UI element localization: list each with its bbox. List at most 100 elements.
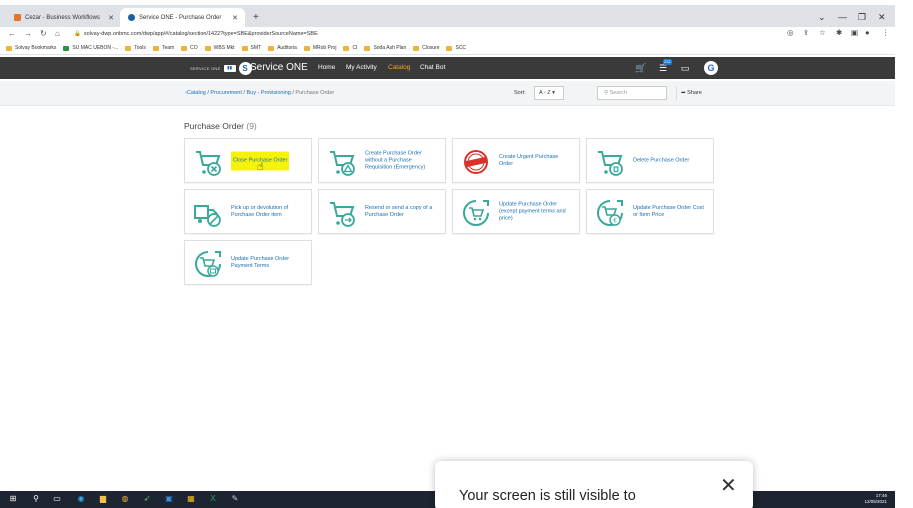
crumb-procurement[interactable]: Procurement xyxy=(210,90,242,96)
tab-search-icon[interactable]: ⌄ xyxy=(818,12,826,23)
truck-block-icon xyxy=(194,205,221,227)
close-tab-icon[interactable]: ✕ xyxy=(108,14,114,22)
pen-icon[interactable]: ✎ xyxy=(230,494,240,504)
logo-text: SERVICE ONE xyxy=(190,65,221,71)
card-create-urgent-po[interactable]: Create Urgent Purchase Order xyxy=(452,138,580,183)
restore-icon[interactable]: ❐ xyxy=(858,12,866,23)
close-window-icon[interactable]: ✕ xyxy=(878,12,886,23)
tab-label: Service ONE - Purchase Order xyxy=(139,14,222,21)
folder-icon xyxy=(241,45,248,51)
bookmark-item[interactable]: SCC xyxy=(446,45,466,51)
folder-icon xyxy=(204,45,211,51)
logo-badge-icon: ▮▮ xyxy=(223,64,236,72)
google-lens-icon[interactable]: ◎ xyxy=(787,28,794,37)
task-view-icon[interactable]: ▭ xyxy=(52,494,62,504)
profile-icon[interactable]: ● xyxy=(865,28,870,37)
file-explorer-icon[interactable]: ▆ xyxy=(98,494,108,504)
card-resend-po[interactable]: Resend or send a copy of a Purchase Orde… xyxy=(318,189,446,234)
share-arrow-icon: ➦ xyxy=(681,90,686,96)
crumb-catalog[interactable]: ‹Catalog xyxy=(185,90,206,96)
card-create-po-emergency[interactable]: Create Purchase Order without a Purchase… xyxy=(318,138,446,183)
nav-home[interactable]: Home xyxy=(318,64,335,71)
card-close-purchase-order[interactable]: Close Purchase Order xyxy=(184,138,312,183)
bookmark-item[interactable]: SMT xyxy=(241,45,261,51)
app-icon[interactable]: ➶ xyxy=(142,494,152,504)
crumb-buy-provisioning[interactable]: Buy - Provisioning xyxy=(247,90,291,96)
outlook-icon[interactable]: ▣ xyxy=(164,494,174,504)
urgent-stamp-icon xyxy=(464,150,488,174)
nav-catalog[interactable]: Catalog xyxy=(388,64,410,71)
sort-select[interactable]: A - Z ▾ xyxy=(534,86,564,100)
folder-icon xyxy=(181,45,188,51)
cart-icon[interactable]: 🛒 xyxy=(635,62,647,74)
bookmark-item[interactable]: SU MAC UEBON -... xyxy=(63,45,118,51)
folder-icon xyxy=(125,45,132,51)
home-icon[interactable]: ⌂ xyxy=(55,29,60,38)
excel-icon[interactable]: X xyxy=(208,494,218,504)
system-clock[interactable]: 17:46 12/05/2021 xyxy=(864,493,887,505)
card-update-po-cost[interactable]: € Update Purchase Order Cost or Item Pri… xyxy=(586,189,714,234)
search-icon: ⚲ xyxy=(604,90,609,96)
caret-down-icon: ▾ xyxy=(552,90,555,96)
bookmark-item[interactable]: Soda Ash Plan xyxy=(364,45,406,51)
edge-icon[interactable]: ◉ xyxy=(76,494,86,504)
nav-my-activity[interactable]: My Activity xyxy=(346,64,377,71)
side-panel-icon[interactable]: ▣ xyxy=(851,28,858,37)
card-label: Update Purchase Order (except payment te… xyxy=(499,201,566,221)
card-update-po-payment-terms[interactable]: Update Purchase Order Payment Terms xyxy=(184,240,312,285)
bookmarks-bar: Solvay Bookmarks SU MAC UEBON -... Tools… xyxy=(0,42,895,55)
chrome-icon[interactable]: ◍ xyxy=(120,494,130,504)
bookmark-item[interactable]: Team xyxy=(152,45,174,51)
back-icon[interactable]: ← xyxy=(8,29,16,38)
bookmark-item[interactable]: CI xyxy=(343,45,357,51)
browser-tab-cezar[interactable]: Cezar - Business Workflows ✕ xyxy=(6,8,121,27)
folder-icon xyxy=(364,45,371,51)
search-taskbar-icon[interactable]: ⚲ xyxy=(31,494,41,504)
service-one-logo[interactable]: SERVICE ONE ▮▮ S xyxy=(190,61,252,75)
notifications-icon[interactable]: ☰ 232 xyxy=(657,59,672,74)
minimize-icon[interactable]: — xyxy=(838,12,847,22)
share-button[interactable]: ➦ Share xyxy=(676,86,714,100)
forward-icon[interactable]: → xyxy=(24,29,32,38)
bookmark-item[interactable]: CO xyxy=(181,45,198,51)
card-label: Create Purchase Order without a Purchase… xyxy=(365,150,426,170)
menu-kebab-icon[interactable]: ⋮ xyxy=(882,28,890,37)
bookmark-item[interactable]: WBS Mkt xyxy=(204,45,235,51)
cart-price-icon: € xyxy=(597,200,623,226)
notification-count: 232 xyxy=(663,59,672,65)
close-icon[interactable]: ✕ xyxy=(720,473,737,498)
nav-chat-bot[interactable]: Chat Bot xyxy=(420,64,445,71)
card-pickup-devolution[interactable]: Pick up or devolution of Purchase Order … xyxy=(184,189,312,234)
sticky-notes-icon[interactable]: ▦ xyxy=(186,494,196,504)
folder-icon xyxy=(446,45,453,51)
bookmark-item[interactable]: Closure xyxy=(413,45,439,51)
extensions-icon[interactable]: ✱ xyxy=(836,28,842,37)
bookmark-star-icon[interactable]: ☆ xyxy=(819,28,826,37)
avatar[interactable]: G xyxy=(704,61,718,75)
folder-icon xyxy=(343,45,350,51)
url-field[interactable]: 🔒 solvay-dwp.onbmc.com/dwp/app/#/catalog/… xyxy=(74,28,754,40)
bookmark-item[interactable]: MRob Proj xyxy=(303,45,336,51)
windows-start-icon[interactable]: ⊞ xyxy=(8,494,18,504)
header-actions: 🛒 ☰ 232 ▭ G xyxy=(635,59,718,75)
browser-tab-service-one[interactable]: Service ONE - Purchase Order ✕ xyxy=(120,8,245,27)
chat-icon[interactable]: ▭ xyxy=(679,62,691,74)
close-tab-icon[interactable]: ✕ xyxy=(232,14,238,22)
card-delete-po[interactable]: Delete Purchase Order xyxy=(586,138,714,183)
search-input[interactable]: ⚲ Search xyxy=(597,86,667,100)
app-brand: Service ONE xyxy=(250,62,308,73)
tab-label: Cezar - Business Workflows xyxy=(25,14,100,21)
folder-icon xyxy=(152,45,159,51)
card-label: Pick up or devolution of Purchase Order … xyxy=(231,204,289,218)
page-title: Purchase Order (9) xyxy=(184,121,257,131)
reload-icon[interactable]: ↻ xyxy=(40,29,47,38)
card-update-po-except-terms[interactable]: Update Purchase Order (except payment te… xyxy=(452,189,580,234)
tab-strip: Cezar - Business Workflows ✕ Service ONE… xyxy=(0,5,895,27)
outer-margin xyxy=(895,0,913,508)
share-page-icon[interactable]: ⇪ xyxy=(803,28,809,37)
bookmark-item[interactable]: Tools xyxy=(125,45,146,51)
bookmark-item[interactable]: Auditoria xyxy=(268,45,297,51)
new-tab-icon[interactable]: + xyxy=(253,12,259,23)
cart-send-icon xyxy=(330,202,355,227)
bookmark-item[interactable]: Solvay Bookmarks xyxy=(6,45,56,51)
